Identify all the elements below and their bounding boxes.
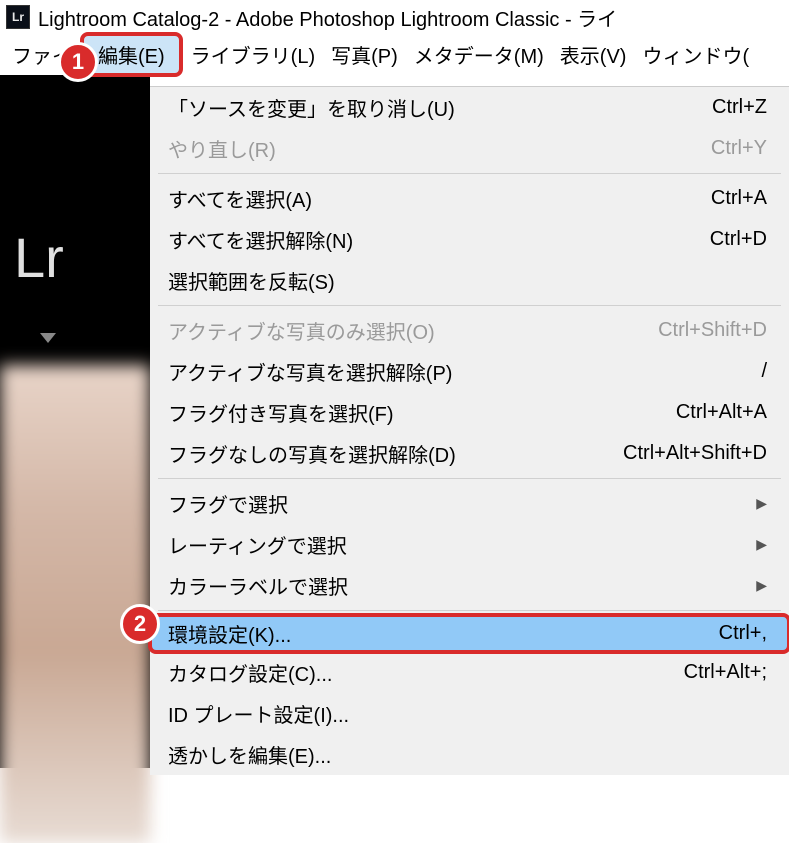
menu-select-by-flag[interactable]: フラグで選択 ▶ — [150, 483, 789, 524]
menu-preferences-shortcut: Ctrl+, — [719, 622, 767, 645]
menu-select-by-rating[interactable]: レーティングで選択 ▶ — [150, 524, 789, 565]
menu-undo[interactable]: 「ソースを変更」を取り消し(U) Ctrl+Z — [150, 87, 789, 128]
menu-select-none-shortcut: Ctrl+D — [710, 228, 767, 251]
app-icon: Lr — [6, 5, 30, 29]
menu-redo-label: やり直し(R) — [168, 134, 276, 163]
lr-logo: Lr — [14, 225, 64, 290]
menu-photo[interactable]: 写真(P) — [323, 36, 406, 73]
panel-collapse-icon[interactable] — [40, 333, 56, 343]
menu-select-by-rating-label: レーティングで選択 — [168, 530, 347, 559]
callout-badge-2: 2 — [120, 604, 160, 644]
menu-select-flagged[interactable]: フラグ付き写真を選択(F) Ctrl+Alt+A — [150, 392, 789, 433]
menu-divider — [158, 478, 781, 479]
menu-select-active-only-shortcut: Ctrl+Shift+D — [658, 319, 767, 342]
menu-divider — [158, 305, 781, 306]
menu-edit-watermarks-label: 透かしを編集(E)... — [168, 740, 331, 769]
app-icon-text: Lr — [12, 10, 24, 24]
menu-select-all[interactable]: すべてを選択(A) Ctrl+A — [150, 178, 789, 219]
titlebar: Lr Lightroom Catalog-2 - Adobe Photoshop… — [0, 0, 789, 34]
menu-undo-shortcut: Ctrl+Z — [712, 96, 767, 119]
menu-select-none[interactable]: すべてを選択解除(N) Ctrl+D — [150, 219, 789, 260]
menu-select-active-only-label: アクティブな写真のみ選択(O) — [168, 316, 435, 345]
menu-select-by-color[interactable]: カラーラベルで選択 ▶ — [150, 565, 789, 606]
menu-select-all-label: すべてを選択(A) — [168, 184, 312, 213]
menu-view[interactable]: 表示(V) — [552, 36, 635, 73]
menu-redo-shortcut: Ctrl+Y — [711, 137, 767, 160]
blurred-image-area — [0, 365, 150, 843]
dark-sidebar: Lr — [0, 75, 150, 768]
submenu-arrow-icon: ▶ — [756, 495, 767, 512]
menubar: ファイ 編集(E) ライブラリ(L) 写真(P) メタデータ(M) 表示(V) … — [0, 34, 789, 74]
menu-select-all-shortcut: Ctrl+A — [711, 187, 767, 210]
menu-invert-selection[interactable]: 選択範囲を反転(S) — [150, 260, 789, 301]
menu-invert-selection-label: 選択範囲を反転(S) — [168, 266, 335, 295]
menu-select-active-only: アクティブな写真のみ選択(O) Ctrl+Shift+D — [150, 310, 789, 351]
menu-window[interactable]: ウィンドウ( — [634, 36, 757, 73]
menu-deselect-active-shortcut: / — [761, 360, 767, 383]
menu-edit-watermarks[interactable]: 透かしを編集(E)... — [150, 734, 789, 775]
window-title: Lightroom Catalog-2 - Adobe Photoshop Li… — [38, 3, 617, 32]
menu-preferences-label: 環境設定(K)... — [168, 619, 291, 648]
menu-preferences[interactable]: 環境設定(K)... Ctrl+, — [148, 613, 789, 654]
menu-deselect-active[interactable]: アクティブな写真を選択解除(P) / — [150, 351, 789, 392]
menu-deselect-unflagged[interactable]: フラグなしの写真を選択解除(D) Ctrl+Alt+Shift+D — [150, 433, 789, 474]
menu-metadata[interactable]: メタデータ(M) — [406, 36, 552, 73]
menu-redo: やり直し(R) Ctrl+Y — [150, 128, 789, 169]
menu-deselect-unflagged-shortcut: Ctrl+Alt+Shift+D — [623, 442, 767, 465]
menu-id-plate[interactable]: ID プレート設定(I)... — [150, 693, 789, 734]
submenu-arrow-icon: ▶ — [756, 536, 767, 553]
menu-select-flagged-label: フラグ付き写真を選択(F) — [168, 398, 394, 427]
menu-select-none-label: すべてを選択解除(N) — [168, 225, 353, 254]
menu-deselect-unflagged-label: フラグなしの写真を選択解除(D) — [168, 439, 456, 468]
menu-catalog-settings-label: カタログ設定(C)... — [168, 658, 332, 687]
menu-catalog-settings-shortcut: Ctrl+Alt+; — [684, 661, 767, 684]
menu-undo-label: 「ソースを変更」を取り消し(U) — [168, 93, 455, 122]
menu-id-plate-label: ID プレート設定(I)... — [168, 699, 349, 728]
menu-divider — [158, 610, 781, 611]
menu-select-by-color-label: カラーラベルで選択 — [168, 571, 348, 600]
edit-dropdown-menu: 「ソースを変更」を取り消し(U) Ctrl+Z やり直し(R) Ctrl+Y す… — [150, 86, 789, 775]
menu-select-by-flag-label: フラグで選択 — [168, 489, 288, 518]
menu-deselect-active-label: アクティブな写真を選択解除(P) — [168, 357, 452, 386]
callout-badge-1: 1 — [58, 42, 98, 82]
menu-catalog-settings[interactable]: カタログ設定(C)... Ctrl+Alt+; — [150, 652, 789, 693]
menu-divider — [158, 173, 781, 174]
submenu-arrow-icon: ▶ — [756, 577, 767, 594]
menu-select-flagged-shortcut: Ctrl+Alt+A — [676, 401, 767, 424]
menu-library[interactable]: ライブラリ(L) — [183, 36, 323, 73]
